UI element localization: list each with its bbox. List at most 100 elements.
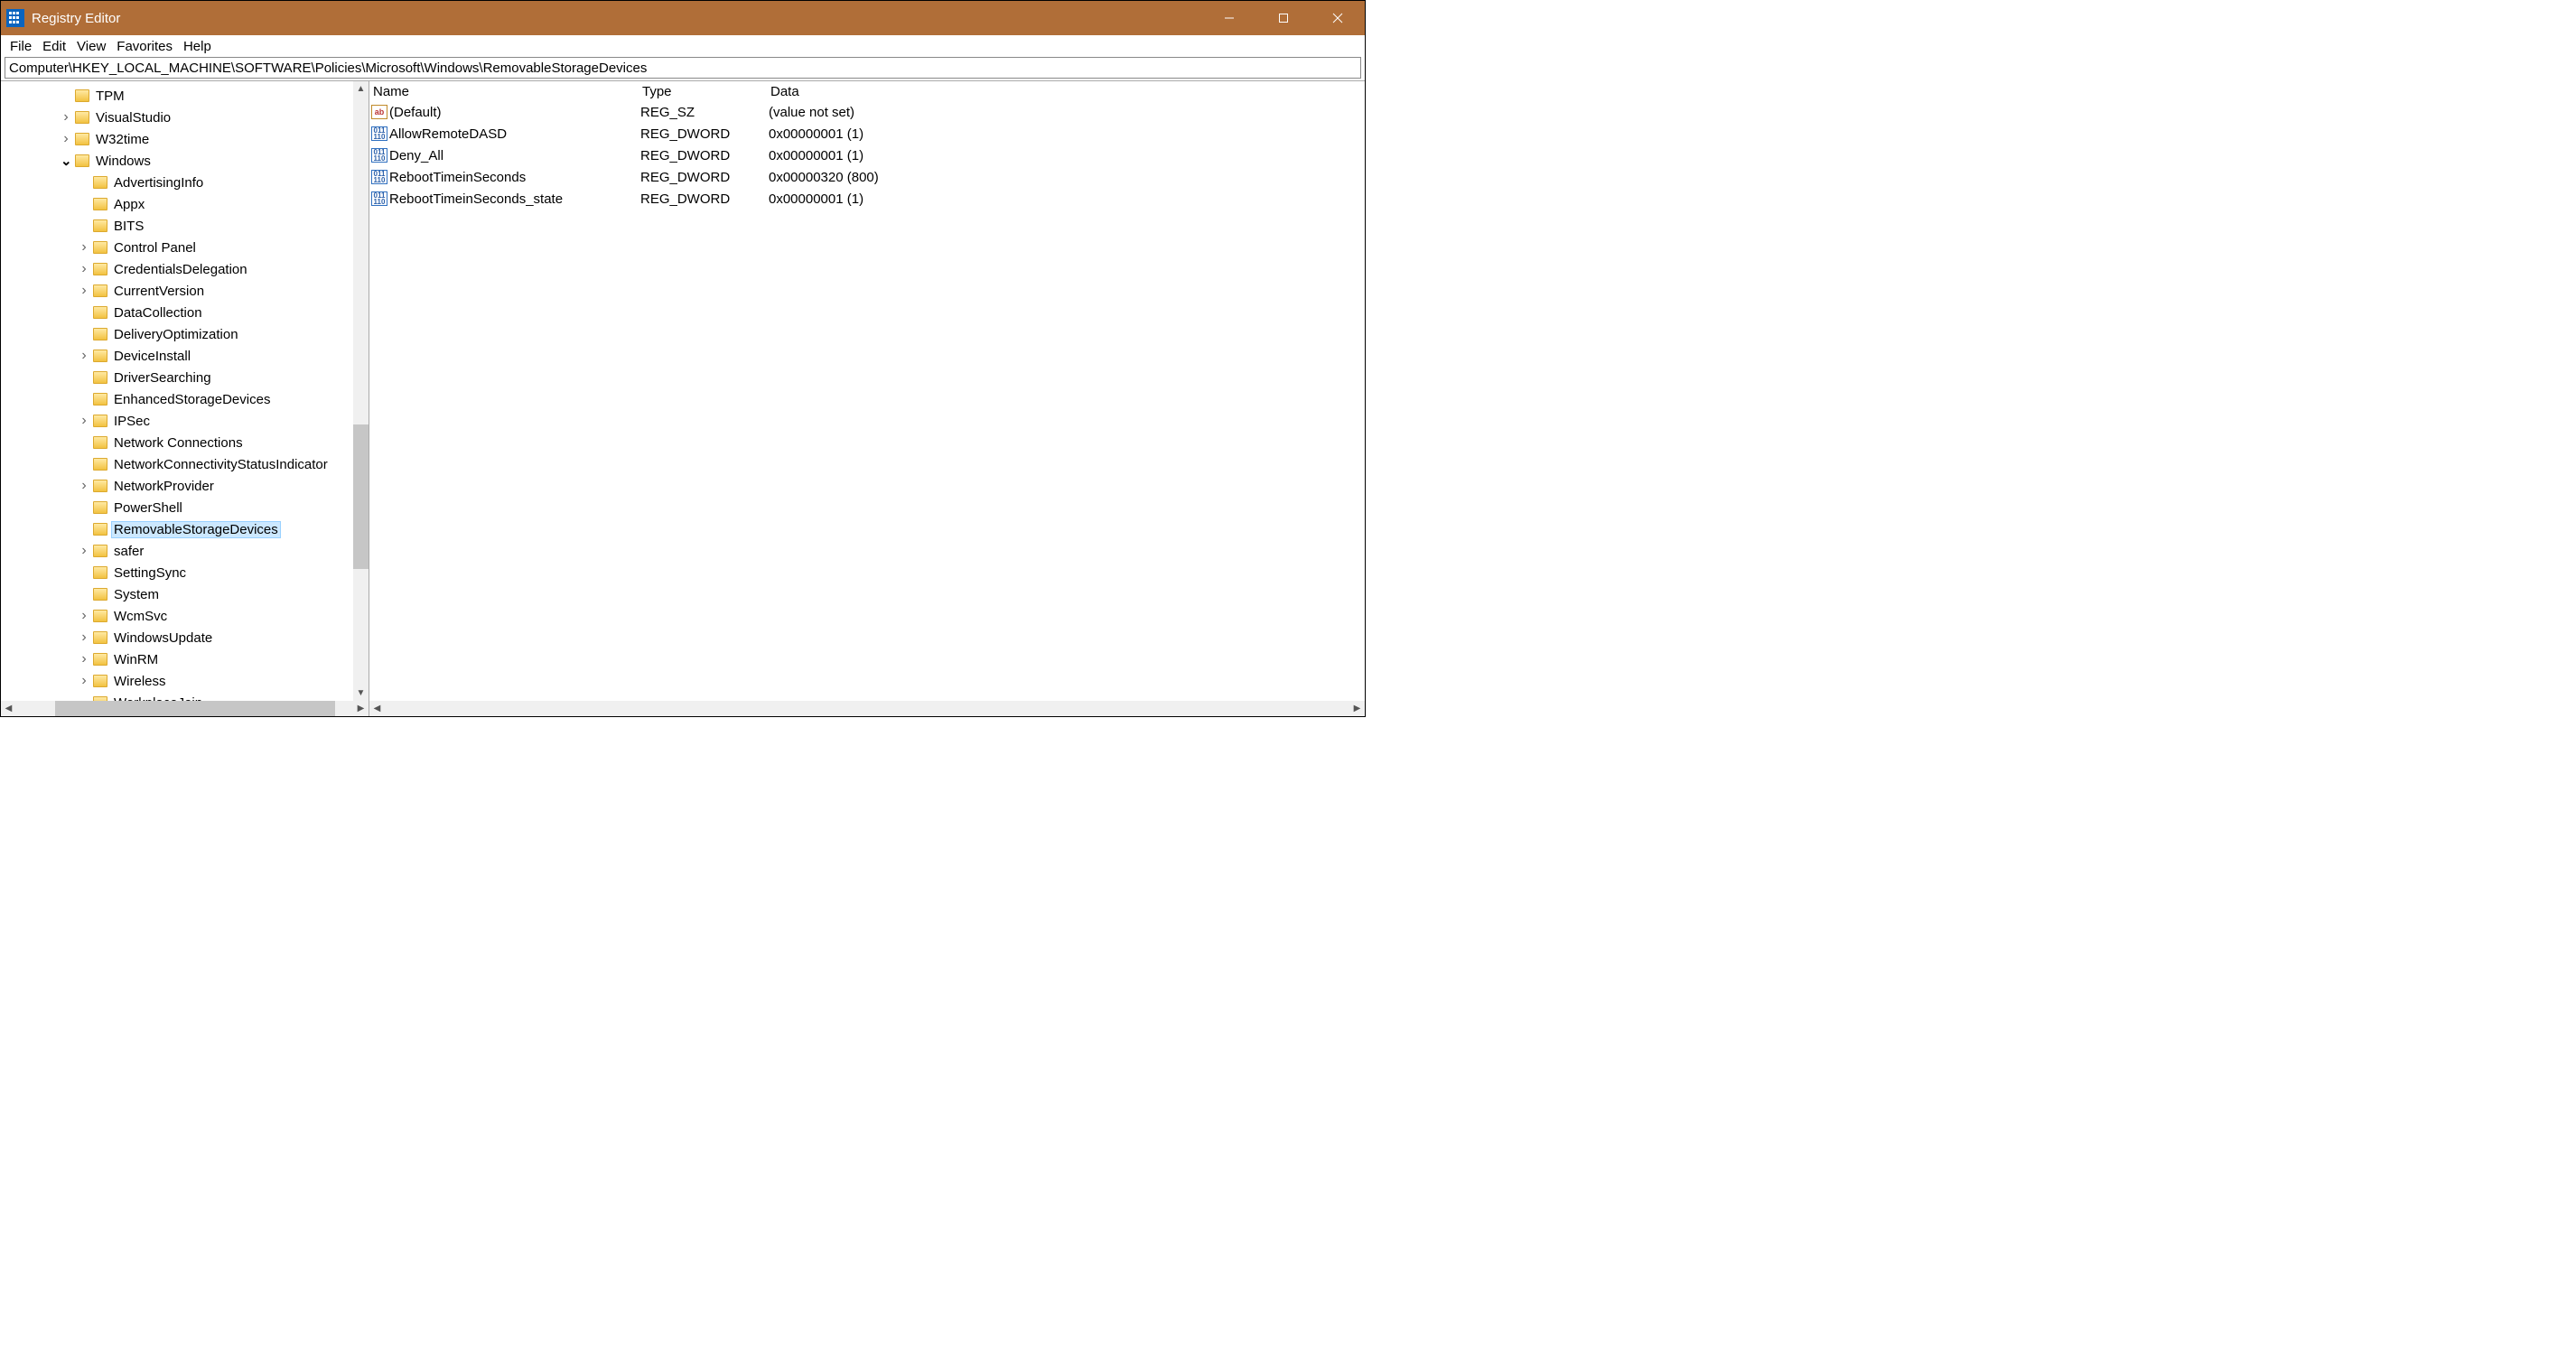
tree-item-label: IPSec <box>111 413 153 430</box>
folder-icon <box>75 154 89 167</box>
tree-item[interactable]: ›VisualStudio <box>1 107 353 128</box>
tree-item[interactable]: ›CurrentVersion <box>1 280 353 302</box>
tree-item[interactable]: ›DeviceInstall <box>1 345 353 367</box>
tree[interactable]: TPM›VisualStudio›W32time⌄Windows Advertis… <box>1 81 353 701</box>
chevron-right-icon[interactable]: › <box>79 413 89 429</box>
scroll-right-arrow-icon[interactable]: ▶ <box>353 701 369 716</box>
chevron-right-icon[interactable]: › <box>61 109 71 126</box>
chevron-right-icon[interactable]: › <box>79 629 89 646</box>
tree-item[interactable]: › WcmSvc <box>1 605 353 627</box>
folder-icon <box>93 436 107 449</box>
tree-item[interactable]: ›W32time <box>1 128 353 150</box>
scroll-thumb[interactable] <box>55 701 335 716</box>
value-row[interactable]: 011 110AllowRemoteDASDREG_DWORD0x0000000… <box>369 123 1365 145</box>
close-button[interactable] <box>1311 1 1365 35</box>
tree-item-label: NetworkConnectivityStatusIndicator <box>111 456 331 473</box>
tree-item[interactable]: › safer <box>1 540 353 562</box>
tree-item[interactable]: ⌄Windows <box>1 150 353 172</box>
scroll-left-arrow-icon[interactable]: ◀ <box>1 701 16 716</box>
tree-item[interactable]: Appx <box>1 193 353 215</box>
list-horizontal-scrollbar[interactable]: ◀ ▶ <box>369 701 1365 716</box>
chevron-right-icon[interactable]: › <box>79 673 89 689</box>
tree-item[interactable]: WorkplaceJoin <box>1 692 353 701</box>
value-type: REG_DWORD <box>640 126 769 142</box>
tree-item-label: WindowsUpdate <box>111 629 215 647</box>
menu-view[interactable]: View <box>71 37 111 56</box>
chevron-right-icon[interactable]: › <box>79 478 89 494</box>
address-text: Computer\HKEY_LOCAL_MACHINE\SOFTWARE\Pol… <box>9 61 647 76</box>
tree-item-label: WcmSvc <box>111 608 170 625</box>
value-row[interactable]: 011 110RebootTimeinSecondsREG_DWORD0x000… <box>369 166 1365 188</box>
tree-item[interactable]: BITS <box>1 215 353 237</box>
tree-item[interactable]: TPM <box>1 85 353 107</box>
tree-item[interactable]: ›WinRM <box>1 648 353 670</box>
tree-item[interactable]: ›NetworkProvider <box>1 475 353 497</box>
menu-help[interactable]: Help <box>178 37 217 56</box>
tree-item-label: safer <box>111 543 146 560</box>
folder-icon <box>93 328 107 340</box>
chevron-right-icon[interactable]: › <box>79 543 89 559</box>
col-header-name[interactable]: Name <box>371 84 640 99</box>
tree-item-label: AdvertisingInfo <box>111 174 206 191</box>
menu-file[interactable]: File <box>5 37 37 56</box>
value-data: 0x00000001 (1) <box>769 126 1365 142</box>
chevron-right-icon[interactable]: › <box>79 239 89 256</box>
tree-item[interactable]: PowerShell <box>1 497 353 518</box>
tree-item[interactable]: Network Connections <box>1 432 353 453</box>
tree-item[interactable]: RemovableStorageDevices <box>1 518 353 540</box>
chevron-right-icon[interactable]: › <box>79 608 89 624</box>
tree-item[interactable]: System <box>1 583 353 605</box>
tree-item[interactable]: › IPSec <box>1 410 353 432</box>
value-data: 0x00000001 (1) <box>769 148 1365 163</box>
list-body[interactable]: ab(Default)REG_SZ(value not set)011 110A… <box>369 101 1365 701</box>
scroll-thumb[interactable] <box>353 424 369 569</box>
chevron-right-icon[interactable]: › <box>79 283 89 299</box>
tree-item[interactable]: ›Control Panel <box>1 237 353 258</box>
col-header-type[interactable]: Type <box>640 84 769 99</box>
tree-item[interactable]: DriverSearching <box>1 367 353 388</box>
chevron-right-icon[interactable]: › <box>61 131 71 147</box>
tree-item[interactable]: NetworkConnectivityStatusIndicator <box>1 453 353 475</box>
titlebar[interactable]: Registry Editor <box>1 1 1365 35</box>
chevron-right-icon[interactable]: › <box>79 348 89 364</box>
tree-item[interactable]: SettingSync <box>1 562 353 583</box>
chevron-right-icon[interactable]: › <box>79 651 89 667</box>
col-header-data[interactable]: Data <box>769 84 1365 99</box>
scroll-down-arrow-icon[interactable]: ▼ <box>353 685 369 701</box>
folder-icon <box>93 631 107 644</box>
tree-item[interactable]: DeliveryOptimization <box>1 323 353 345</box>
value-row[interactable]: 011 110Deny_AllREG_DWORD0x00000001 (1) <box>369 145 1365 166</box>
tree-horizontal-scrollbar[interactable]: ◀ ▶ <box>1 701 369 716</box>
scroll-right-arrow-icon[interactable]: ▶ <box>1349 701 1365 716</box>
tree-item-label: DataCollection <box>111 304 205 322</box>
tree-item[interactable]: DataCollection <box>1 302 353 323</box>
value-row[interactable]: 011 110RebootTimeinSeconds_stateREG_DWOR… <box>369 188 1365 210</box>
scroll-left-arrow-icon[interactable]: ◀ <box>369 701 385 716</box>
menu-favorites[interactable]: Favorites <box>111 37 178 56</box>
tree-item[interactable]: ›CredentialsDelegation <box>1 258 353 280</box>
value-name: AllowRemoteDASD <box>389 126 507 142</box>
address-bar[interactable]: Computer\HKEY_LOCAL_MACHINE\SOFTWARE\Pol… <box>5 57 1361 79</box>
list-header[interactable]: Name Type Data <box>369 81 1365 101</box>
folder-icon <box>93 523 107 536</box>
tree-vertical-scrollbar[interactable]: ▲ ▼ <box>353 81 369 701</box>
tree-item[interactable]: ›Wireless <box>1 670 353 692</box>
scroll-up-arrow-icon[interactable]: ▲ <box>353 81 369 97</box>
folder-icon <box>93 219 107 232</box>
tree-item-label: PowerShell <box>111 499 185 517</box>
chevron-down-icon[interactable]: ⌄ <box>61 153 71 169</box>
folder-icon <box>93 501 107 514</box>
tree-item[interactable]: AdvertisingInfo <box>1 172 353 193</box>
folder-icon <box>93 675 107 687</box>
tree-item[interactable]: › WindowsUpdate <box>1 627 353 648</box>
maximize-button[interactable] <box>1256 1 1311 35</box>
tree-pane: TPM›VisualStudio›W32time⌄Windows Advertis… <box>1 81 369 716</box>
folder-icon <box>93 371 107 384</box>
tree-item[interactable]: EnhancedStorageDevices <box>1 388 353 410</box>
folder-icon <box>93 588 107 601</box>
minimize-button[interactable] <box>1202 1 1256 35</box>
tree-item-label: System <box>111 586 162 603</box>
menu-edit[interactable]: Edit <box>37 37 71 56</box>
value-row[interactable]: ab(Default)REG_SZ(value not set) <box>369 101 1365 123</box>
chevron-right-icon[interactable]: › <box>79 261 89 277</box>
